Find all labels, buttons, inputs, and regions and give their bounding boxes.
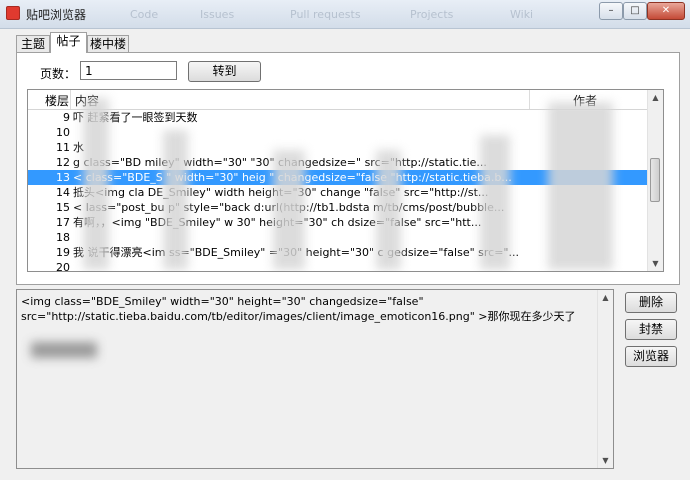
post-detail-text: <img class="BDE_Smiley" width="30" heigh… xyxy=(21,295,576,323)
page-input[interactable] xyxy=(80,61,177,80)
floor-cell: 9 xyxy=(63,111,70,124)
privacy-blur xyxy=(480,135,510,270)
privacy-blur xyxy=(376,150,401,270)
scroll-thumb[interactable] xyxy=(650,158,660,202)
goto-button[interactable]: 转到 xyxy=(188,61,261,82)
scroll-up-arrow-icon[interactable]: ▲ xyxy=(648,90,663,105)
close-button[interactable]: ✕ xyxy=(647,2,685,20)
floor-cell: 11 xyxy=(56,141,70,154)
author-blur xyxy=(31,342,97,358)
content-cell: 吓 赶紧看了一眼签到天数 xyxy=(73,111,198,124)
ghost-text: Projects xyxy=(410,8,454,21)
ghost-text: Pull requests xyxy=(290,8,361,21)
app-icon xyxy=(6,6,20,20)
window-title: 贴吧浏览器 xyxy=(26,8,87,22)
floor-cell: 10 xyxy=(56,126,70,139)
privacy-blur xyxy=(83,98,109,270)
scroll-up-arrow-icon[interactable]: ▲ xyxy=(598,290,613,305)
floor-cell: 18 xyxy=(56,231,70,244)
floor-cell: 17 xyxy=(56,216,70,229)
ghost-text: Wiki xyxy=(510,8,534,21)
floor-cell: 15 xyxy=(56,201,70,214)
author-blur xyxy=(548,102,613,270)
privacy-blur xyxy=(273,150,305,270)
delete-button[interactable]: 删除 xyxy=(625,292,677,313)
column-divider[interactable] xyxy=(529,90,530,109)
post-detail-textarea[interactable]: <img class="BDE_Smiley" width="30" heigh… xyxy=(16,289,614,469)
title-bar[interactable]: 贴吧浏览器 Code Issues Pull requests Projects… xyxy=(0,0,690,29)
floor-cell: 13 xyxy=(56,171,70,184)
scroll-down-arrow-icon[interactable]: ▼ xyxy=(598,453,613,468)
privacy-blur xyxy=(163,130,188,270)
ban-button[interactable]: 封禁 xyxy=(625,319,677,340)
minimize-button[interactable]: – xyxy=(599,2,623,20)
floor-cell: 12 xyxy=(56,156,70,169)
column-divider[interactable] xyxy=(70,90,71,109)
tab-subfloor[interactable]: 楼中楼 xyxy=(87,35,129,52)
page-count-label: 页数： xyxy=(40,67,77,81)
list-scrollbar[interactable]: ▲ ▼ xyxy=(647,90,663,271)
floor-cell: 14 xyxy=(56,186,70,199)
ghost-text: Issues xyxy=(200,8,235,21)
floor-cell: 19 xyxy=(56,246,70,259)
ghost-text: Code xyxy=(130,8,159,21)
tab-topics[interactable]: 主题 xyxy=(16,35,50,52)
detail-scrollbar[interactable]: ▲ ▼ xyxy=(597,290,613,468)
tab-posts[interactable]: 帖子 xyxy=(50,32,87,53)
column-header-floor[interactable]: 楼层 xyxy=(45,92,69,109)
scroll-down-arrow-icon[interactable]: ▼ xyxy=(648,256,663,271)
post-list[interactable]: 楼层 内容 作者 9 吓 赶紧看了一眼签到天数 10 11 水 12 g cla… xyxy=(27,89,664,272)
maximize-button[interactable]: □ xyxy=(623,2,647,20)
floor-cell: 20 xyxy=(56,261,70,272)
browser-button[interactable]: 浏览器 xyxy=(625,346,677,367)
